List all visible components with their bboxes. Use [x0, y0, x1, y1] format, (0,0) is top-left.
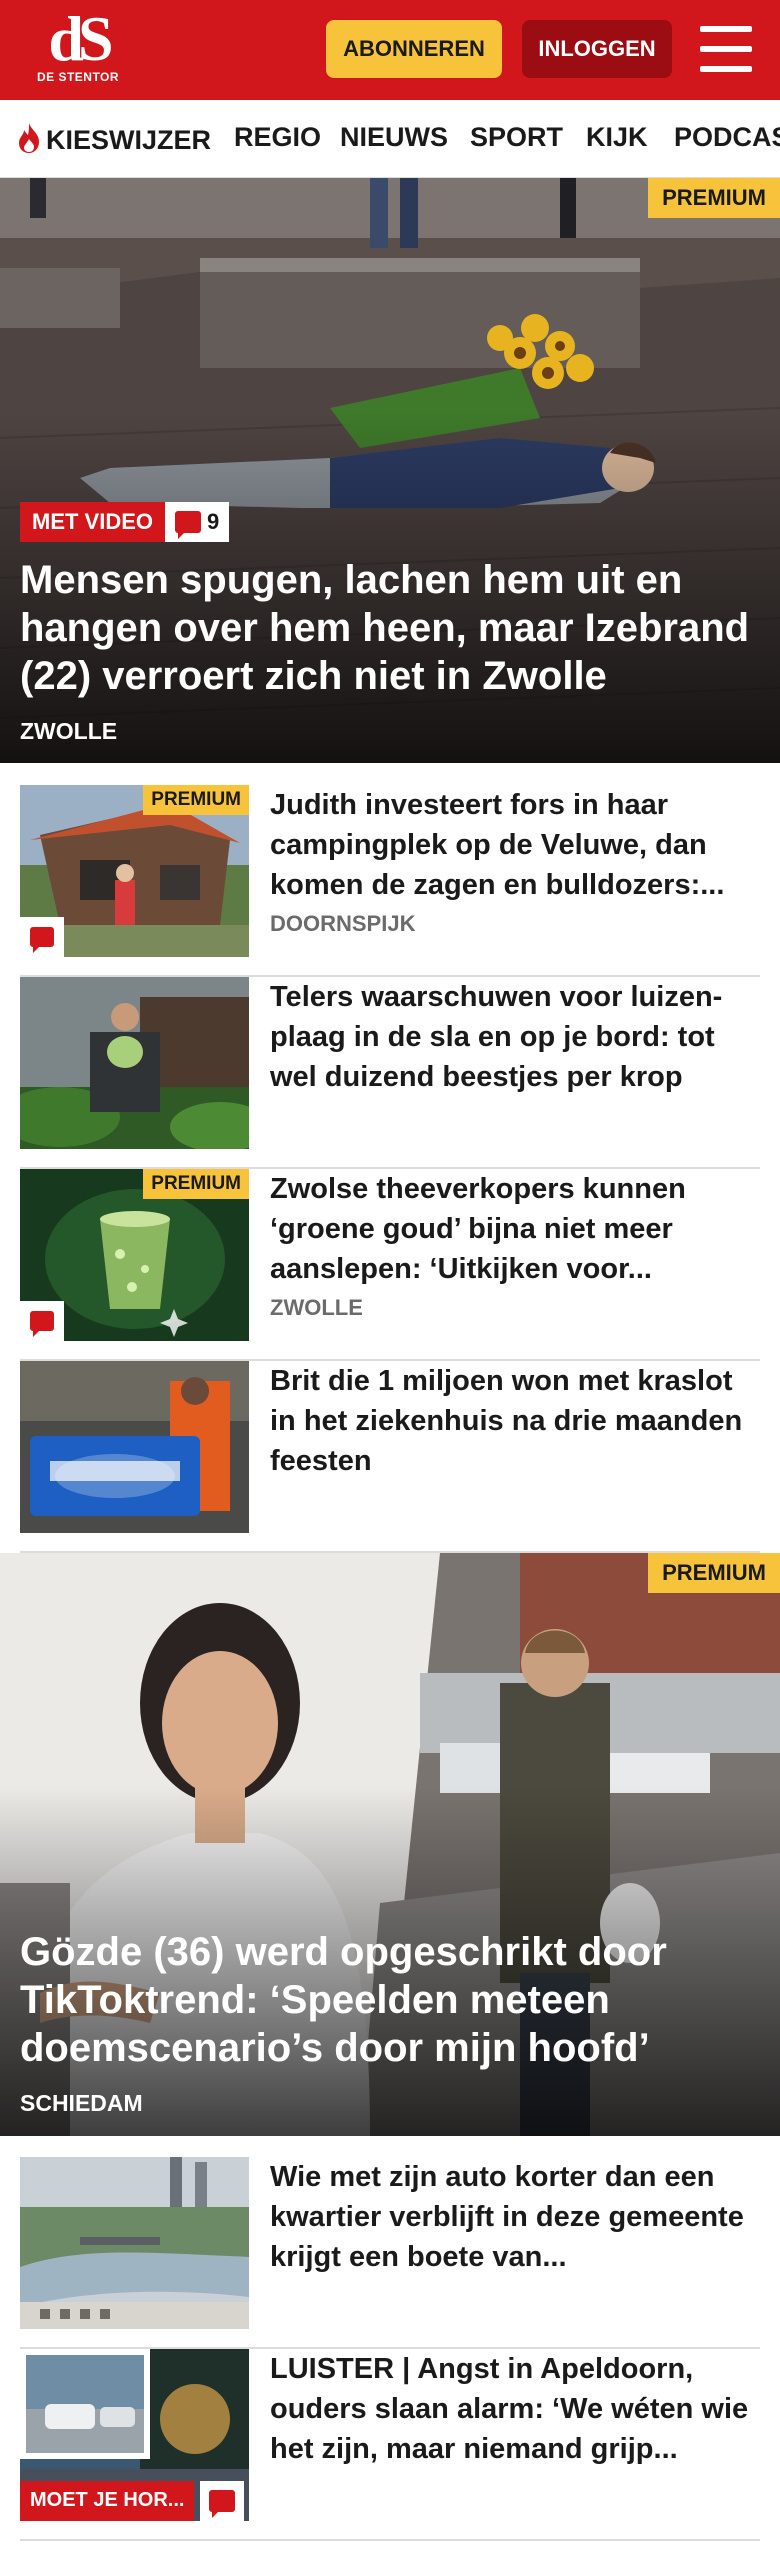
login-button[interactable]: INLOGGEN — [522, 20, 672, 78]
nav-item-kijk[interactable]: KIJK — [586, 122, 648, 153]
article-headline[interactable]: Wie met zijn auto korter dan een kwartie… — [270, 2157, 760, 2277]
article-thumbnail: PREMIUM — [20, 785, 249, 957]
video-badge: MET VIDEO — [20, 502, 166, 542]
list-item[interactable]: Brit die 1 miljoen won met kraslot in he… — [20, 1361, 760, 1553]
premium-badge: PREMIUM — [648, 1553, 780, 1593]
list-item[interactable]: PREMIUM Zwolse theeverkopers kunnen ‘gro… — [20, 1169, 760, 1361]
list-item[interactable]: Telers waarschuwen voor luizen­plaag in … — [20, 977, 760, 1169]
article-thumbnail: PREMIUM — [20, 1169, 249, 1341]
nav-item-sport[interactable]: SPORT — [470, 122, 563, 153]
logo-mark: dS — [48, 3, 113, 74]
nav-label: KIESWIJZER — [46, 125, 212, 155]
hero-headline[interactable]: Gözde (36) werd opgeschrikt door TikTokt… — [20, 1928, 760, 2072]
nav-item-nieuws[interactable]: NIEUWS — [340, 122, 448, 153]
article-thumbnail — [20, 977, 249, 1149]
comment-badge[interactable] — [20, 917, 64, 957]
nav-item-kieswijzer[interactable]: KIESWIJZER — [16, 122, 211, 156]
menu-icon[interactable] — [700, 26, 752, 72]
comment-badge[interactable] — [20, 1301, 64, 1341]
article-location: ZWOLLE — [270, 1295, 363, 1320]
comment-count-badge[interactable]: 9 — [165, 502, 230, 542]
comment-icon — [30, 1311, 54, 1337]
flame-icon — [19, 123, 39, 153]
article-headline[interactable]: Judith investeert fors in haar campingpl… — [270, 785, 760, 905]
comment-count: 9 — [207, 509, 220, 534]
article-headline[interactable]: LUISTER | Angst in Apeldoorn, ouders sla… — [270, 2349, 760, 2469]
article-thumbnail — [20, 1361, 249, 1533]
hero-article[interactable]: PREMIUM Gözde (36) werd opgeschrikt door… — [0, 1553, 780, 2136]
article-headline[interactable]: Telers waarschuwen voor luizen­plaag in … — [270, 977, 760, 1097]
main-nav: KIESWIJZER REGIO NIEUWS SPORT KIJK PODCA… — [0, 100, 780, 178]
premium-badge: PREMIUM — [143, 1169, 249, 1199]
site-logo[interactable]: dS DE STENTOR — [28, 3, 128, 90]
nav-item-regio[interactable]: REGIO — [234, 122, 321, 153]
nav-item-podcast[interactable]: PODCAST — [674, 122, 780, 153]
list-item[interactable]: Wie met zijn auto korter dan een kwartie… — [20, 2157, 760, 2349]
comment-icon — [175, 511, 202, 539]
premium-badge: PREMIUM — [648, 178, 780, 218]
comment-icon — [30, 927, 54, 953]
article-thumbnail: MOET JE HOR... — [20, 2349, 249, 2521]
list-item[interactable]: MOET JE HOR... LUISTER | Angst in Apeldo… — [20, 2349, 760, 2541]
hero-article[interactable]: PREMIUM MET VIDEO 9 Mensen spugen, lache… — [0, 178, 780, 763]
subscribe-button[interactable]: ABONNEREN — [326, 20, 502, 78]
hero-headline[interactable]: Mensen spugen, lachen hem uit en hangen … — [20, 556, 760, 700]
hero-location: ZWOLLE — [20, 718, 118, 744]
article-thumbnail — [20, 2157, 249, 2329]
list-item[interactable]: PREMIUM Judith investeert fors in haar c… — [20, 785, 760, 977]
hero-location: SCHIEDAM — [20, 2090, 143, 2116]
hero-badges: MET VIDEO 9 — [20, 502, 230, 542]
audio-label: MOET JE HOR... — [20, 2481, 195, 2521]
article-headline[interactable]: Zwolse theeverkopers kunnen ‘groene goud… — [270, 1169, 760, 1289]
top-bar: dS DE STENTOR ABONNEREN INLOGGEN — [0, 0, 780, 100]
comment-badge[interactable] — [200, 2481, 244, 2521]
comment-icon — [209, 2490, 235, 2518]
premium-badge: PREMIUM — [143, 785, 249, 815]
article-location: DOORNSPIJK — [270, 911, 416, 936]
logo-subtitle: DE STENTOR — [36, 70, 120, 84]
article-headline[interactable]: Brit die 1 miljoen won met kraslot in he… — [270, 1361, 760, 1481]
